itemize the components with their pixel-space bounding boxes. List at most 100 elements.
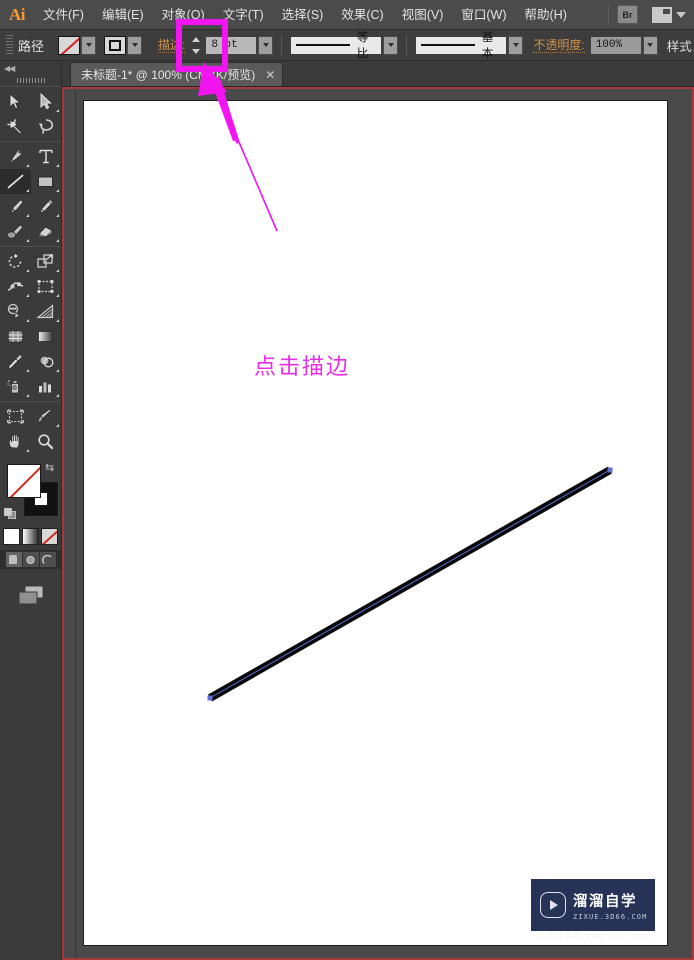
- menu-object[interactable]: 对象(O): [153, 0, 214, 30]
- type-tool[interactable]: [31, 144, 62, 169]
- scale-tool[interactable]: [31, 249, 62, 274]
- stroke-profile-group[interactable]: 等比: [290, 32, 399, 60]
- stroke-weight-dropdown-icon[interactable]: [258, 35, 274, 55]
- draw-normal-mode-button[interactable]: [5, 552, 22, 567]
- document-tab-bar: 未标题-1* @ 100% (CMYK/预览) ✕: [62, 61, 694, 87]
- stroke-weight-stepper[interactable]: [192, 36, 201, 54]
- swap-fill-stroke-icon[interactable]: ⇆: [45, 463, 58, 476]
- toolbox-collapse-button[interactable]: ◀◀: [0, 61, 61, 75]
- width-tool[interactable]: [0, 274, 31, 299]
- eraser-tool[interactable]: [31, 219, 62, 244]
- menu-effect[interactable]: 效果(C): [332, 0, 392, 30]
- toolbox-drag-handle[interactable]: [0, 75, 61, 86]
- menu-window[interactable]: 窗口(W): [452, 0, 515, 30]
- free-transform-tool[interactable]: [31, 274, 62, 299]
- slice-tool[interactable]: [31, 404, 62, 429]
- line-segment-path[interactable]: [207, 466, 613, 702]
- artboard-tool[interactable]: [0, 404, 31, 429]
- selection-context-label: 路径: [18, 38, 45, 54]
- opacity-label[interactable]: 不透明度:: [533, 38, 585, 53]
- tool-row: [0, 219, 61, 244]
- stroke-swatch[interactable]: [104, 35, 127, 55]
- annotation-label: 点击描边: [254, 355, 351, 380]
- styles-label[interactable]: 样式: [667, 36, 692, 55]
- artboard[interactable]: 点击描边 溜溜自学 ZIXUE.3D66.COM 溜溜自学网 www.3d66.…: [83, 100, 668, 946]
- toolbox-section-view: [0, 401, 61, 456]
- symbol-sprayer-tool[interactable]: [0, 374, 31, 399]
- fill-color-swatch[interactable]: [7, 464, 41, 498]
- watermark-subtitle: ZIXUE.3D66.COM: [573, 912, 648, 921]
- brush-definition-value: 基本: [481, 32, 494, 60]
- fill-swatch[interactable]: [58, 35, 81, 55]
- column-graph-tool[interactable]: [31, 374, 62, 399]
- bridge-button[interactable]: Br: [617, 5, 638, 24]
- artwork-layer: [207, 466, 613, 702]
- selection-tool[interactable]: [0, 89, 31, 114]
- document-tab[interactable]: 未标题-1* @ 100% (CMYK/预览) ✕: [70, 62, 284, 86]
- lasso-tool[interactable]: [31, 114, 62, 139]
- blob-brush-tool[interactable]: [0, 219, 31, 244]
- brush-definition-preview-icon: [421, 44, 475, 46]
- menu-type[interactable]: 文字(T): [214, 0, 273, 30]
- menu-view[interactable]: 视图(V): [393, 0, 453, 30]
- line-segment-tool[interactable]: [0, 169, 31, 194]
- brush-definition-group[interactable]: 基本: [415, 32, 524, 60]
- zoom-tool[interactable]: [31, 429, 62, 454]
- solid-color-mode-button[interactable]: [3, 528, 20, 545]
- toolbox-section-selection: [0, 86, 61, 141]
- perspective-grid-tool[interactable]: [31, 299, 62, 324]
- rotate-tool[interactable]: [0, 249, 31, 274]
- tool-row: [0, 144, 61, 169]
- stroke-swatch-dropdown-icon[interactable]: [127, 35, 143, 55]
- menu-file[interactable]: 文件(F): [34, 0, 93, 30]
- close-icon[interactable]: ✕: [265, 69, 275, 81]
- pencil-tool[interactable]: [31, 194, 62, 219]
- document-tab-title: 未标题-1* @ 100% (CMYK/预览): [81, 68, 256, 82]
- fill-swatch-group[interactable]: [58, 35, 97, 55]
- watermark-badge: 溜溜自学 ZIXUE.3D66.COM: [531, 879, 655, 931]
- menu-select[interactable]: 选择(S): [273, 0, 333, 30]
- control-bar: 路径 描边: 8 pt 等比 基本 不透明度: 100% 样式: [0, 30, 694, 61]
- opacity-input[interactable]: 100%: [589, 35, 642, 55]
- brush-definition-dropdown-icon[interactable]: [508, 35, 524, 55]
- stroke-swatch-group[interactable]: [104, 35, 143, 55]
- mesh-tool[interactable]: [0, 324, 31, 349]
- toolbox-section-transform: [0, 246, 61, 401]
- control-bar-grip[interactable]: [6, 34, 13, 56]
- rectangle-tool[interactable]: [31, 169, 62, 194]
- direct-selection-tool[interactable]: [31, 89, 62, 114]
- toolbox-section-drawing: [0, 141, 61, 246]
- opacity-group[interactable]: 100%: [589, 35, 658, 55]
- fill-stroke-indicator: ⇆: [0, 462, 61, 524]
- stroke-weight-input[interactable]: 8 pt: [205, 35, 258, 55]
- pen-tool[interactable]: [0, 144, 31, 169]
- play-logo-icon: [540, 892, 566, 918]
- shape-builder-tool[interactable]: [0, 299, 31, 324]
- tool-row: [0, 194, 61, 219]
- magic-wand-tool[interactable]: [0, 114, 31, 139]
- blend-tool[interactable]: [31, 349, 62, 374]
- tool-row: [0, 324, 61, 349]
- stroke-weight-label[interactable]: 描边:: [158, 38, 186, 53]
- draw-inside-mode-button[interactable]: [39, 552, 56, 567]
- opacity-dropdown-icon[interactable]: [642, 35, 658, 55]
- brush-definition-select[interactable]: 基本: [415, 32, 508, 60]
- stroke-profile-dropdown-icon[interactable]: [383, 35, 399, 55]
- paintbrush-tool[interactable]: [0, 194, 31, 219]
- menu-edit[interactable]: 编辑(E): [93, 0, 153, 30]
- draw-behind-mode-button[interactable]: [22, 552, 39, 567]
- tool-row: [0, 374, 61, 399]
- gradient-mode-button[interactable]: [22, 528, 39, 545]
- toolbox-panel: ◀◀ ⇆: [0, 61, 62, 960]
- fill-swatch-dropdown-icon[interactable]: [81, 35, 97, 55]
- chevron-down-icon: [676, 11, 686, 18]
- screen-mode-button[interactable]: [0, 583, 61, 607]
- workspace-switcher[interactable]: [652, 6, 686, 23]
- default-fill-stroke-icon[interactable]: [4, 508, 17, 520]
- none-mode-button[interactable]: [41, 528, 58, 545]
- eyedropper-tool[interactable]: [0, 349, 31, 374]
- gradient-tool[interactable]: [31, 324, 62, 349]
- hand-tool[interactable]: [0, 429, 31, 454]
- menu-help[interactable]: 帮助(H): [516, 0, 576, 30]
- stroke-profile-select[interactable]: 等比: [290, 32, 383, 60]
